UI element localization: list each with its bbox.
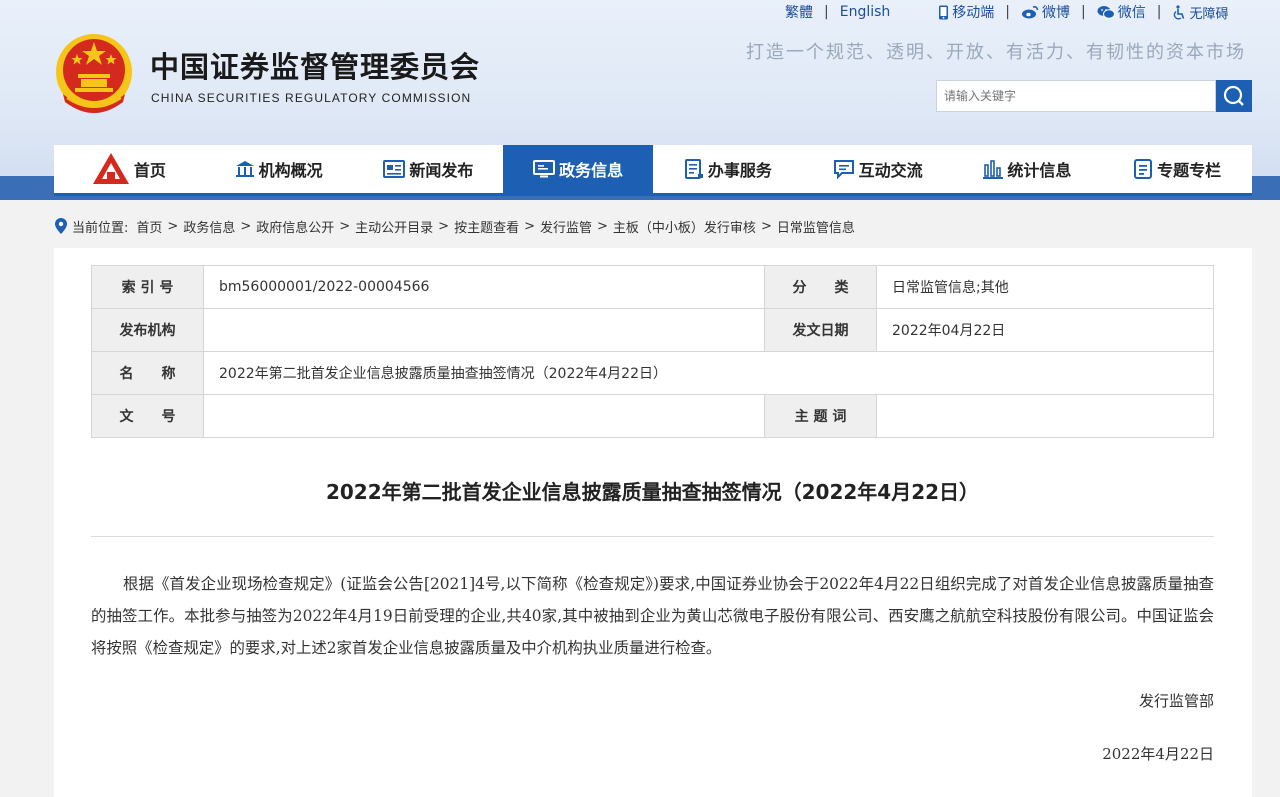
separator: | [1156,4,1162,20]
building-icon [235,161,254,177]
nav-item-news[interactable]: 新闻发布 [354,145,504,193]
accessibility-link[interactable]: 无障碍 [1172,3,1228,22]
article-department: 发行监管部 [1138,692,1214,710]
publisher-label: 发布机构 [91,308,204,352]
nav-item-government[interactable]: 政务信息 [503,145,653,193]
accessibility-icon [1174,4,1185,20]
national-emblem-logo[interactable] [53,32,135,118]
nav-label: 机构概况 [258,161,323,180]
nav-label: 办事服务 [707,161,772,180]
name-label: 名 称 [91,351,204,395]
nav-label: 首页 [133,161,166,180]
document-meta-table: 索 引 号 bm56000001/2022-00004566 分 类 日常监管信… [91,265,1214,438]
breadcrumb-separator: > [438,218,450,234]
breadcrumb-separator: > [339,218,351,234]
nav-label: 专题专栏 [1157,161,1222,180]
index-label: 索 引 号 [91,265,204,309]
breadcrumb-item[interactable]: 主动公开目录 [355,217,433,236]
breadcrumb-separator: > [240,218,252,234]
mobile-link[interactable]: 移动端 [938,2,994,22]
separator: | [1081,4,1086,20]
docno-value [203,394,765,438]
weibo-icon [1022,6,1039,19]
separator: | [824,4,829,20]
table-row: 文 号 主 题 词 [91,394,1214,438]
breadcrumb-separator: > [524,218,535,234]
separator: | [1005,4,1010,20]
keywords-label: 主 题 词 [764,394,877,438]
index-value: bm56000001/2022-00004566 [203,265,765,309]
accessibility-label: 无障碍 [1189,6,1229,22]
table-row: 发布机构 发文日期 2022年04月22日 [91,308,1214,352]
divider [91,536,1214,537]
traditional-chinese-link[interactable]: 繁體 [785,2,813,22]
chat-icon [833,160,854,179]
article-body: 根据《首发企业现场检查规定》(证监会公告[2021]4号,以下简称《检查规定》)… [91,575,1214,657]
newspaper-icon [383,160,406,178]
breadcrumb-separator: > [597,218,608,234]
breadcrumb-item[interactable]: 主板（中小板）发行审核 [613,217,756,236]
wechat-link[interactable]: 微信 [1097,2,1146,22]
breadcrumb-prefix: 当前位置: [72,220,129,236]
breadcrumb-item[interactable]: 按主题查看 [454,217,519,236]
wechat-label: 微信 [1117,5,1146,21]
breadcrumb-item[interactable]: 发行监管 [540,217,592,236]
document-icon [684,159,703,179]
weibo-label: 微博 [1042,5,1070,21]
publisher-value [203,308,765,352]
category-value: 日常监管信息;其他 [876,265,1214,309]
mobile-label: 移动端 [952,5,995,21]
top-links: 繁體 | English 移动端 | 微博 | 微信 | 无障碍 [785,2,1228,22]
keywords-value [876,394,1214,438]
search-button[interactable] [1216,80,1252,112]
nav-item-services[interactable]: 办事服务 [653,145,803,193]
nav-item-home[interactable]: 首页 [54,145,204,193]
org-name-en: CHINA SECURITIES REGULATORY COMMISSION [151,91,472,105]
monitor-icon [533,160,556,178]
category-label: 分 类 [764,265,877,309]
main-nav: 首页 机构概况 新闻发布 政务信息 办事服务 互动交流 统计信息 专题专栏 [54,145,1252,196]
breadcrumb-item[interactable]: 首页 [136,217,162,236]
breadcrumb-separator: > [760,218,772,234]
english-link[interactable]: English [840,4,891,20]
slogan: 打造一个规范、透明、开放、有活力、有韧性的资本市场 [746,42,1246,63]
weibo-link[interactable]: 微博 [1021,2,1070,22]
breadcrumb-separator: > [167,218,179,234]
nav-item-about[interactable]: 机构概况 [204,145,354,193]
nav-label: 统计信息 [1007,161,1072,180]
search-icon [1223,85,1244,106]
search-input[interactable] [936,80,1216,112]
mobile-icon [939,5,949,19]
nav-label: 政务信息 [559,161,624,180]
home-logo-icon [92,153,129,184]
date-label: 发文日期 [764,308,877,352]
date-value: 2022年04月22日 [876,308,1214,352]
table-row: 名 称 2022年第二批首发企业信息披露质量抽查抽签情况（2022年4月22日） [91,351,1214,395]
breadcrumb-item[interactable]: 政务信息 [183,217,235,236]
breadcrumb: 当前位置: 首页 > 政务信息 > 政府信息公开 > 主动公开目录 > 按主题查… [55,216,855,236]
article-date: 2022年4月22日 [1102,745,1214,763]
bar-chart-icon [983,160,1004,179]
nav-item-statistics[interactable]: 统计信息 [953,145,1103,193]
org-name-cn: 中国证券监督管理委员会 [150,50,481,84]
breadcrumb-item[interactable]: 日常监管信息 [777,217,855,236]
article-title: 2022年第二批首发企业信息披露质量抽查抽签情况（2022年4月22日） [325,480,980,504]
location-pin-icon [55,218,67,234]
name-value: 2022年第二批首发企业信息披露质量抽查抽签情况（2022年4月22日） [203,351,1214,395]
wechat-icon [1097,6,1115,19]
docno-label: 文 号 [91,394,204,438]
nav-item-topics[interactable]: 专题专栏 [1102,145,1252,193]
list-icon [1134,159,1153,179]
nav-item-interaction[interactable]: 互动交流 [803,145,953,193]
breadcrumb-item[interactable]: 政府信息公开 [256,217,334,236]
nav-label: 互动交流 [858,161,923,180]
table-row: 索 引 号 bm56000001/2022-00004566 分 类 日常监管信… [91,265,1214,309]
nav-label: 新闻发布 [409,161,474,180]
